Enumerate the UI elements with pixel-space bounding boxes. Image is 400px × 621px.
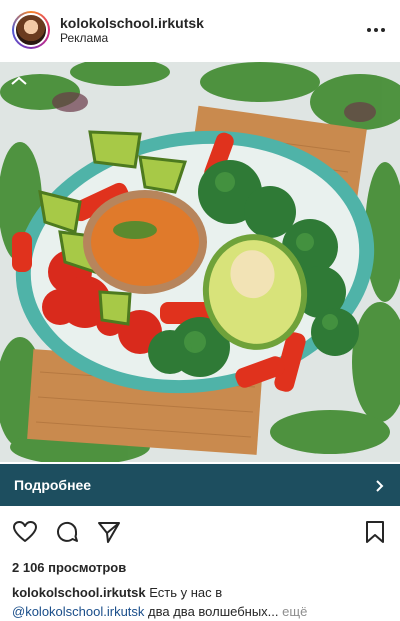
post-header: kolokolschool.irkutsk Реклама <box>0 0 400 60</box>
caption-mention[interactable]: @kolokolschool.irkutsk <box>12 604 144 619</box>
username[interactable]: kolokolschool.irkutsk <box>60 15 364 31</box>
header-text: kolokolschool.irkutsk Реклама <box>60 15 364 46</box>
learn-more-button[interactable]: Подробнее <box>0 464 400 506</box>
heart-icon[interactable] <box>12 519 38 545</box>
more-options-icon[interactable] <box>364 18 388 42</box>
action-bar <box>0 514 400 550</box>
view-count[interactable]: 2 106 просмотров <box>12 560 126 575</box>
salad-bowl-illustration <box>0 62 400 462</box>
avatar[interactable] <box>12 11 50 49</box>
caption: kolokolschool.irkutsk Есть у нас в @kolo… <box>12 583 392 621</box>
caption-author[interactable]: kolokolschool.irkutsk <box>12 585 146 600</box>
caption-text-continued: два два волшебных... <box>144 604 279 619</box>
caption-more-link[interactable]: ещё <box>279 604 307 619</box>
chevron-up-icon[interactable] <box>10 76 28 86</box>
send-icon[interactable] <box>96 519 122 545</box>
bookmark-icon[interactable] <box>362 519 388 545</box>
learn-more-label: Подробнее <box>14 477 92 493</box>
caption-text: Есть у нас в <box>145 585 223 600</box>
avatar-image <box>14 13 48 47</box>
comment-icon[interactable] <box>54 519 80 545</box>
sponsored-label: Реклама <box>60 30 109 45</box>
chevron-right-icon <box>374 479 386 492</box>
post-image[interactable] <box>0 62 400 462</box>
